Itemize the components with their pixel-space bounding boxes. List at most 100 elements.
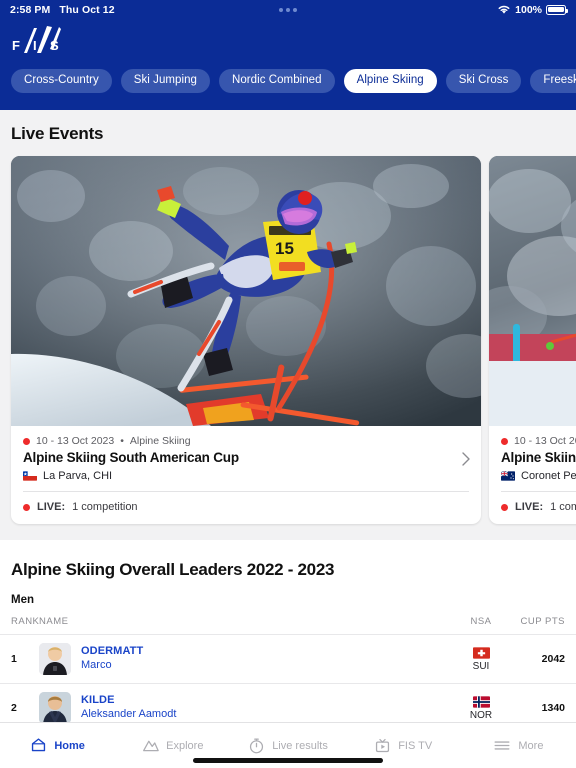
- svg-text:15: 15: [275, 239, 294, 258]
- avatar: [39, 692, 71, 724]
- more-dots-icon: [286, 7, 290, 12]
- event-location: La Parva, CHI: [43, 470, 113, 482]
- event-live-label: LIVE:: [515, 501, 544, 513]
- column-header-nsa: NSA: [470, 616, 492, 627]
- tv-icon: [376, 738, 390, 753]
- status-date: Thu Oct 12: [59, 3, 115, 16]
- cup-points: 1340: [541, 702, 565, 714]
- status-bar-right: 100%: [497, 4, 568, 16]
- event-card[interactable]: 15 10 - 13 Oct 2023 • Alpine Skiing Alpi…: [11, 156, 481, 524]
- flag-new-zealand-icon: [501, 471, 515, 481]
- leaders-section: Alpine Skiing Overall Leaders 2022 - 202…: [0, 540, 576, 733]
- avatar: [39, 643, 71, 675]
- event-title: Alpine Skiing A: [501, 450, 576, 465]
- event-live-label: LIVE:: [37, 501, 66, 513]
- svg-text:F: F: [12, 38, 20, 53]
- event-dates: 10 - 13 Oct 2023: [514, 435, 576, 447]
- live-events-title: Live Events: [11, 124, 104, 143]
- event-card[interactable]: 10 - 13 Oct 2023 Alpine Skiing A: [489, 156, 576, 524]
- tab-live-results[interactable]: Live results: [230, 737, 345, 754]
- discipline-tab-ski-jumping[interactable]: Ski Jumping: [120, 68, 210, 93]
- event-live-status: LIVE: 1 competit: [489, 492, 576, 524]
- event-location-line: La Parva, CHI: [23, 470, 469, 491]
- athlete-last-name: ODERMATT: [81, 645, 144, 658]
- event-meta: 10 - 13 Oct 2023 • Alpine Skiing: [23, 435, 469, 450]
- leaders-title: Alpine Skiing Overall Leaders 2022 - 202…: [11, 560, 335, 579]
- athlete-first-name: Aleksander Aamodt: [81, 708, 177, 720]
- live-dot-icon: [501, 437, 508, 445]
- event-title: Alpine Skiing South American Cup: [23, 450, 239, 465]
- alpine-skier-jump-photo: 15: [11, 156, 481, 426]
- flag-chile-icon: [23, 471, 37, 481]
- status-bar: 2:58 PM Thu Oct 12 100%: [0, 0, 576, 19]
- athlete-name: KILDE Aleksander Aamodt: [81, 694, 176, 722]
- column-header-name: NAME: [39, 616, 69, 627]
- flag-norway-icon: [472, 695, 490, 708]
- live-events-carousel[interactable]: 15 10 - 13 Oct 2023 • Alpine Skiing Alpi…: [0, 156, 576, 524]
- home-indicator: [193, 758, 383, 763]
- event-live-status: LIVE: 1 competition: [11, 492, 481, 524]
- leaders-gender-label: Men: [11, 594, 34, 606]
- status-time: 2:58 PM: [10, 3, 51, 16]
- event-live-detail: 1 competition: [72, 501, 138, 513]
- event-live-detail: 1 competit: [550, 501, 576, 513]
- wifi-icon: [498, 5, 510, 14]
- row-rank: 2: [11, 702, 17, 714]
- leaderboard-header: RANK NAME NSA CUP PTS: [0, 616, 576, 635]
- cup-points: 2042: [541, 653, 565, 665]
- discipline-tab-freeski-park-pipe[interactable]: Freeski Park & Pipe: [530, 68, 576, 93]
- athlete-avatar-odermatt-icon: [39, 643, 71, 675]
- event-meta: 10 - 13 Oct 2023: [501, 435, 576, 450]
- tab-explore[interactable]: Explore: [115, 737, 230, 754]
- svg-text:I: I: [33, 38, 37, 53]
- mountain-icon: [143, 740, 159, 752]
- event-discipline: Alpine Skiing: [129, 435, 191, 447]
- tab-more[interactable]: More: [461, 737, 576, 754]
- battery-icon: [546, 4, 568, 15]
- event-photo: 15: [11, 156, 481, 426]
- flag-switzerland-icon: [472, 646, 490, 659]
- live-dot-icon: [23, 437, 30, 445]
- home-icon: [32, 738, 46, 752]
- event-card-body: 10 - 13 Oct 2023 Alpine Skiing A: [489, 426, 576, 491]
- tab-live-results-label: Live results: [272, 739, 328, 752]
- event-location-line: Coronet Peak,: [501, 470, 576, 491]
- tab-fis-tv-label: FIS TV: [398, 739, 433, 752]
- tab-more-label: More: [518, 739, 544, 752]
- athlete-cell[interactable]: KILDE Aleksander Aamodt: [39, 692, 455, 724]
- athlete-last-name: KILDE: [81, 694, 115, 707]
- tab-fis-tv[interactable]: FIS TV: [346, 737, 461, 754]
- fis-logo-icon: F I S: [12, 26, 61, 53]
- fis-logo[interactable]: F I S: [0, 19, 576, 62]
- event-separator: •: [120, 435, 124, 447]
- event-dates: 10 - 13 Oct 2023: [36, 435, 115, 447]
- nsa-cell: NOR: [455, 695, 507, 721]
- column-header-cup-pts: CUP PTS: [520, 616, 565, 627]
- stopwatch-icon: [250, 738, 264, 754]
- discipline-tabs[interactable]: Cross-Country Ski Jumping Nordic Combine…: [0, 68, 576, 93]
- nsa-cell: SUI: [455, 646, 507, 672]
- slalom-gate-snow-photo: [489, 156, 576, 426]
- app-header: 2:58 PM Thu Oct 12 100% F I S: [0, 0, 576, 110]
- chevron-right-icon[interactable]: [462, 452, 470, 468]
- live-dot-icon: [501, 503, 508, 511]
- table-row[interactable]: 1 ODERMATT Marco SUI 2042: [0, 635, 576, 684]
- live-dot-icon: [23, 503, 30, 511]
- more-dots-icon: [293, 7, 297, 12]
- event-photo: [489, 156, 576, 426]
- tab-home[interactable]: Home: [0, 737, 115, 754]
- tab-home-label: Home: [54, 739, 85, 752]
- event-location: Coronet Peak,: [521, 470, 576, 482]
- tab-explore-label: Explore: [166, 739, 204, 752]
- hamburger-icon: [494, 741, 510, 750]
- athlete-cell[interactable]: ODERMATT Marco: [39, 643, 455, 675]
- athlete-avatar-kilde-icon: [39, 692, 71, 724]
- nsa-code: SUI: [472, 660, 490, 672]
- discipline-tab-nordic-combined[interactable]: Nordic Combined: [218, 68, 335, 93]
- discipline-tab-cross-country[interactable]: Cross-Country: [11, 68, 112, 93]
- event-card-body: 10 - 13 Oct 2023 • Alpine Skiing Alpine …: [11, 426, 481, 491]
- discipline-tab-ski-cross[interactable]: Ski Cross: [445, 68, 522, 93]
- nsa-code: NOR: [469, 709, 493, 721]
- athlete-name: ODERMATT Marco: [81, 645, 143, 673]
- discipline-tab-alpine-skiing[interactable]: Alpine Skiing: [343, 68, 437, 93]
